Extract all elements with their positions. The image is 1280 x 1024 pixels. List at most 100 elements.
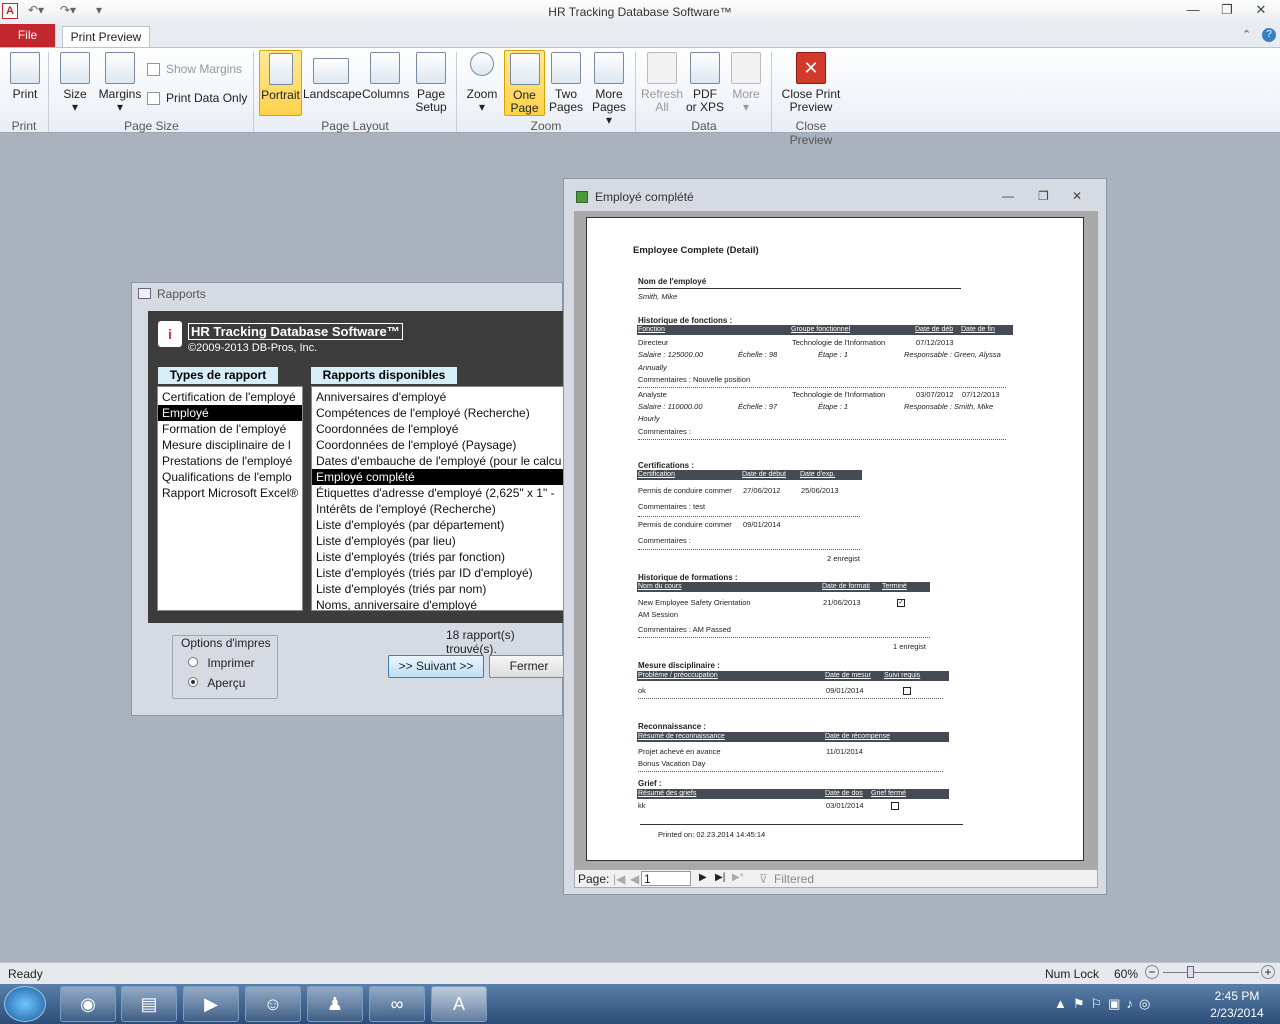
print-button[interactable]: Print [6, 52, 44, 101]
portrait-button[interactable]: Portrait [259, 50, 302, 116]
job-freq: Hourly [638, 414, 660, 423]
list-item[interactable]: Compétences de l'employé (Recherche) [312, 405, 563, 421]
list-item[interactable]: Liste d'employés (par lieu) [312, 533, 563, 549]
col-header: Date de fin [961, 326, 995, 333]
two-pages-button[interactable]: Two Pages [547, 52, 585, 114]
grievance-date: 03/01/2014 [826, 801, 864, 810]
cert-exp: 25/06/2013 [801, 486, 839, 495]
prev-page-icon[interactable]: ◀ [630, 872, 639, 886]
zoom-slider[interactable] [1163, 972, 1259, 973]
media-player-taskbar-icon[interactable]: ▶ [183, 986, 239, 1022]
more-data-button[interactable]: More ▾ [728, 52, 764, 114]
form-icon [138, 288, 151, 299]
columns-button[interactable]: Columns [362, 52, 409, 101]
job-freq: Annually [638, 363, 667, 372]
list-item[interactable]: Certification de l'employé [158, 389, 302, 405]
collapse-ribbon-icon[interactable]: ⌃ [1242, 28, 1251, 41]
list-item[interactable]: Liste d'employés (triés par ID d'employé… [312, 565, 563, 581]
firefox-taskbar-icon[interactable]: ◉ [60, 986, 116, 1022]
col-header: Date de formati [822, 583, 870, 590]
list-item[interactable]: Prestations de l'employé [158, 453, 302, 469]
filter-icon: ⊽ [759, 872, 768, 886]
page-number-input[interactable]: 1 [641, 871, 691, 886]
first-page-icon[interactable]: |◀ [613, 872, 625, 886]
list-item[interactable]: Qualifications de l'emplo [158, 469, 302, 485]
preview-minimize-icon[interactable]: — [1002, 189, 1014, 203]
size-button[interactable]: Size ▾ [56, 52, 94, 114]
show-margins-checkbox[interactable]: Show Margins [147, 62, 242, 77]
preview-restore-icon[interactable]: ❐ [1038, 189, 1049, 203]
jobs-heading: Historique de fonctions : [638, 316, 733, 325]
col-header: Résumé de reconnaissance [638, 733, 725, 740]
cert-comm: Commentaires : [638, 536, 691, 545]
more-pages-button[interactable]: More Pages ▾ [588, 52, 630, 127]
radio-print[interactable]: Imprimer [188, 656, 255, 670]
next-button[interactable]: >> Suivant >> [388, 655, 484, 678]
preview-close-icon[interactable]: ✕ [1072, 189, 1082, 203]
tab-file[interactable]: File [0, 24, 55, 47]
file-explorer-taskbar-icon[interactable]: ▤ [121, 986, 177, 1022]
list-item[interactable]: Liste d'employés (triés par nom) [312, 581, 563, 597]
job-title: Directeur [638, 338, 669, 347]
landscape-button[interactable]: Landscape [303, 52, 362, 101]
list-item[interactable]: Dates d'embauche de l'employé (pour le c… [312, 453, 563, 469]
start-button[interactable] [4, 986, 46, 1022]
tab-print-preview[interactable]: Print Preview [62, 26, 150, 48]
list-item[interactable]: Formation de l'employé [158, 421, 302, 437]
page-setup-icon [416, 52, 446, 84]
close-button[interactable]: Fermer [489, 655, 569, 678]
zoom-slider-thumb[interactable] [1186, 966, 1194, 978]
list-item[interactable]: Coordonnées de l'employé (Paysage) [312, 437, 563, 453]
page-setup-button[interactable]: Page Setup [412, 52, 450, 114]
refresh-all-button[interactable]: Refresh All [640, 52, 684, 114]
close-print-preview-button[interactable]: ✕ Close Print Preview [778, 52, 844, 114]
divider [638, 771, 943, 772]
list-item[interactable]: Intérêts de l'employé (Recherche) [312, 501, 563, 517]
divider [635, 52, 636, 132]
restore-icon[interactable]: ❐ [1214, 2, 1240, 20]
minimize-icon[interactable]: — [1180, 2, 1206, 20]
list-item[interactable]: Mesure disciplinaire de l [158, 437, 302, 453]
last-page-icon[interactable]: ▶| [715, 872, 725, 883]
help-icon[interactable]: ? [1262, 28, 1276, 42]
new-page-icon[interactable]: ▶* [732, 872, 744, 883]
report-title: Employee Complete (Detail) [633, 245, 759, 256]
close-icon[interactable]: ✕ [1248, 2, 1274, 20]
print-data-only-checkbox[interactable]: Print Data Only [147, 91, 247, 106]
record-count: 2 enregist [827, 554, 860, 563]
col-header: Résumé des griefs [638, 790, 697, 797]
list-item[interactable]: Liste d'employés (triés par fonction) [312, 549, 563, 565]
user-taskbar-icon[interactable]: ♟ [307, 986, 363, 1022]
list-item[interactable]: Employé complété [312, 469, 563, 485]
pdf-xps-button[interactable]: PDF or XPS [686, 52, 724, 114]
tray-icons[interactable]: ▲⚑⚐▣♪◎ [1054, 996, 1156, 1012]
zoom-level[interactable]: 60% [1114, 967, 1138, 981]
visual-studio-taskbar-icon[interactable]: ∞ [369, 986, 425, 1022]
list-item[interactable]: Noms, anniversaire d'employé [312, 597, 563, 610]
zoom-out-icon[interactable]: − [1145, 965, 1159, 979]
list-item[interactable]: Anniversaires d'employé [312, 389, 563, 405]
next-page-icon[interactable]: ▶ [699, 872, 707, 883]
radio-icon [188, 677, 198, 687]
reports-list[interactable]: Anniversaires d'employé Compétences de l… [311, 386, 564, 611]
access-taskbar-icon[interactable]: A [431, 986, 487, 1022]
list-item[interactable]: Liste d'employés (par département) [312, 517, 563, 533]
list-item[interactable]: Rapport Microsoft Excel® [158, 485, 302, 501]
radio-preview[interactable]: Aperçu [188, 676, 245, 690]
app-taskbar-icon[interactable]: ☺ [245, 986, 301, 1022]
list-item[interactable]: Coordonnées de l'employé [312, 421, 563, 437]
clock-time[interactable]: 2:45 PM [1200, 989, 1274, 1003]
col-header: Suivi requis [884, 672, 921, 679]
job-start: 03/07/2012 [916, 390, 954, 399]
zoom-in-icon[interactable]: + [1261, 965, 1275, 979]
list-item[interactable]: Étiquettes d'adresse d'employé (2,625" x… [312, 485, 563, 501]
clock-date[interactable]: 2/23/2014 [1200, 1006, 1274, 1020]
zoom-button[interactable]: Zoom ▾ [463, 52, 501, 114]
types-list[interactable]: Certification de l'employé Employé Forma… [157, 386, 303, 611]
divider [638, 516, 860, 517]
one-page-button[interactable]: One Page [504, 50, 545, 116]
divider [638, 698, 943, 699]
filtered-label[interactable]: Filtered [774, 872, 814, 886]
margins-button[interactable]: Margins ▾ [98, 52, 142, 114]
list-item[interactable]: Employé [158, 405, 302, 421]
